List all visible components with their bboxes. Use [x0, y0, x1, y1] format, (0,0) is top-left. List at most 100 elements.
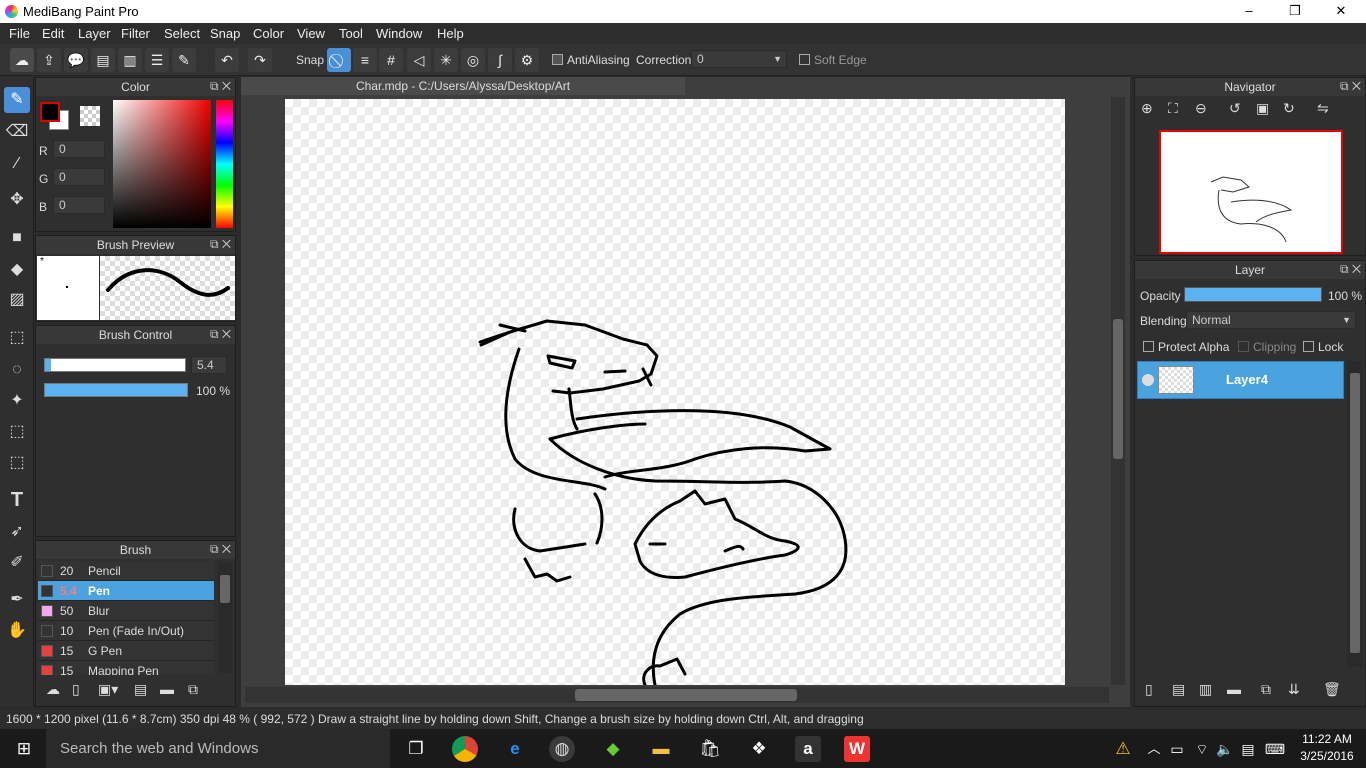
menu-file[interactable]: File	[9, 26, 30, 41]
checklist-icon[interactable]: ✎	[172, 48, 196, 72]
layer-visibility-icon[interactable]	[1142, 374, 1154, 386]
brush-item[interactable]: 15 G Pen	[38, 641, 214, 661]
snap-settings-icon[interactable]: ⚙	[515, 48, 539, 72]
brush-item[interactable]: 15 Mapping Pen	[38, 661, 214, 675]
menu-edit[interactable]: Edit	[42, 26, 64, 41]
perspective-snap-icon[interactable]: ◁	[407, 48, 431, 72]
rotate-right-icon[interactable]: ↻	[1283, 100, 1295, 117]
r-input[interactable]: 0	[53, 140, 105, 158]
navigator-preview[interactable]	[1159, 130, 1343, 254]
clock-date[interactable]: 3/25/2016	[1296, 749, 1358, 763]
panel-float-close-icon[interactable]: ⧉ ✕	[1340, 262, 1361, 277]
menu-view[interactable]: View	[297, 26, 325, 41]
document-icon[interactable]: ▥	[118, 48, 142, 72]
circle-snap-icon[interactable]: ◎	[461, 48, 485, 72]
folder-icon[interactable]: ▬	[160, 681, 174, 697]
layer-opacity-slider[interactable]	[1184, 287, 1322, 302]
dropbox-icon[interactable]: ❖	[746, 736, 772, 762]
protect-alpha-checkbox[interactable]: Protect Alpha	[1143, 340, 1229, 354]
task-view-icon[interactable]: ❐	[403, 736, 429, 762]
maximize-button[interactable]: ❐	[1272, 0, 1318, 23]
panel-float-close-icon[interactable]: ⧉ ✕	[210, 542, 231, 557]
close-button[interactable]: ✕	[1318, 0, 1364, 23]
menu-select[interactable]: Select	[164, 26, 200, 41]
share-icon[interactable]: ⇪	[37, 48, 61, 72]
rotate-left-icon[interactable]: ↺	[1229, 100, 1241, 117]
brush-size-value[interactable]: 5.4	[191, 356, 227, 374]
duplicate-icon[interactable]: ⧉	[188, 681, 198, 698]
eraser-tool-icon[interactable]: ⌫	[4, 119, 30, 145]
correction-select[interactable]: 0 ▼	[691, 50, 787, 68]
radial-snap-icon[interactable]: ✳	[434, 48, 458, 72]
soft-edge-checkbox[interactable]: Soft Edge	[799, 53, 867, 67]
menu-layer[interactable]: Layer	[78, 26, 111, 41]
actual-size-icon[interactable]: ▣	[1256, 100, 1269, 117]
flip-icon[interactable]: ⇋	[1317, 100, 1329, 117]
zoom-in-icon[interactable]: ⊕	[1141, 100, 1153, 117]
saturation-value-picker[interactable]	[113, 100, 211, 228]
store-icon[interactable]: 🛍	[697, 736, 723, 762]
undo-icon[interactable]: ↶	[215, 48, 239, 72]
panel-float-close-icon[interactable]: ⧉ ✕	[210, 79, 231, 94]
sims-icon[interactable]: ◆	[600, 736, 626, 762]
new-layer-icon[interactable]: ▯	[1145, 681, 1153, 698]
canvas-vertical-scrollbar[interactable]	[1111, 97, 1125, 685]
layer-folder-icon[interactable]: ▬	[1227, 681, 1241, 697]
b-input[interactable]: 0	[53, 196, 105, 214]
cloud-icon[interactable]: ☁	[10, 48, 34, 72]
text-tool-icon[interactable]: T	[4, 487, 30, 513]
brush-settings-icon[interactable]: ▤	[134, 681, 147, 698]
delete-layer-icon[interactable]: 🗑	[1323, 681, 1341, 698]
clipping-checkbox[interactable]: Clipping	[1238, 340, 1296, 354]
warning-icon[interactable]: ⚠	[1110, 736, 1136, 762]
fill-shape-tool-icon[interactable]: ■	[4, 225, 30, 251]
new-halftone-layer-icon[interactable]: ▤	[1172, 681, 1185, 698]
taskbar-search[interactable]: Search the web and Windows	[46, 729, 390, 768]
zoom-out-icon[interactable]: ⊖	[1195, 100, 1207, 117]
g-input[interactable]: 0	[53, 168, 105, 186]
cloud-download-icon[interactable]: ☁	[46, 681, 60, 698]
magic-wand-tool-icon[interactable]: ✦	[4, 388, 30, 414]
file-explorer-icon[interactable]: ▬	[648, 736, 674, 762]
document-tab[interactable]: Char.mdp - C:/Users/Alyssa/Desktop/Art	[241, 77, 685, 95]
dot-tool-icon[interactable]: ⁄	[4, 151, 30, 177]
wps-icon[interactable]: W	[844, 736, 870, 762]
select-tool-icon[interactable]: ⬚	[4, 325, 30, 351]
transparent-color-swatch[interactable]	[80, 106, 100, 126]
brush-item[interactable]: 50 Blur	[38, 601, 214, 621]
menu-color[interactable]: Color	[253, 26, 284, 41]
panel-float-close-icon[interactable]: ⧉ ✕	[210, 327, 231, 342]
merge-layer-icon[interactable]: ⇊	[1288, 681, 1300, 698]
parallel-snap-icon[interactable]: ≡	[353, 48, 377, 72]
snap-off-icon[interactable]: ⃠	[327, 48, 351, 72]
fit-view-icon[interactable]: ⛶	[1168, 100, 1178, 117]
comment-icon[interactable]: 💬	[64, 48, 88, 72]
layer-list-scrollbar[interactable]	[1347, 361, 1363, 667]
gradient-tool-icon[interactable]: ▨	[4, 287, 30, 313]
move-tool-icon[interactable]: ✥	[4, 187, 30, 213]
brush-item[interactable]: 5.4 Pen	[38, 581, 214, 601]
select-eraser-tool-icon[interactable]: ⬚	[4, 450, 30, 476]
menu-window[interactable]: Window	[376, 26, 422, 41]
medibang-icon[interactable]: ◍	[549, 736, 575, 762]
layer-row[interactable]: Layer4	[1137, 361, 1344, 399]
brush-item[interactable]: 10 Pen (Fade In/Out)	[38, 621, 214, 641]
canvas-horizontal-scrollbar[interactable]	[245, 687, 1109, 703]
new-brush-icon[interactable]: ▯	[72, 681, 80, 698]
amazon-icon[interactable]: a	[795, 736, 821, 762]
brush-list-scrollbar[interactable]	[218, 563, 232, 673]
panel-float-close-icon[interactable]: ⧉ ✕	[1340, 79, 1361, 94]
brush-opacity-slider[interactable]	[44, 383, 188, 397]
message-icon[interactable]: ▤	[91, 48, 115, 72]
windows-start-icon[interactable]: ⊞	[11, 736, 37, 762]
lock-checkbox[interactable]: Lock	[1303, 340, 1343, 354]
notifications-icon[interactable]: ▤	[1235, 736, 1261, 762]
divide-tool-icon[interactable]: ✐	[4, 550, 30, 576]
minimize-button[interactable]: –	[1226, 0, 1272, 23]
brush-tool-icon[interactable]: ✎	[4, 87, 30, 113]
operation-tool-icon[interactable]: ➶	[4, 519, 30, 545]
menu-filter[interactable]: Filter	[121, 26, 150, 41]
blending-select[interactable]: Normal ▼	[1186, 311, 1356, 329]
add-brush-menu-icon[interactable]: ▣▾	[98, 681, 118, 698]
keyboard-icon[interactable]: ⌨	[1262, 736, 1288, 762]
